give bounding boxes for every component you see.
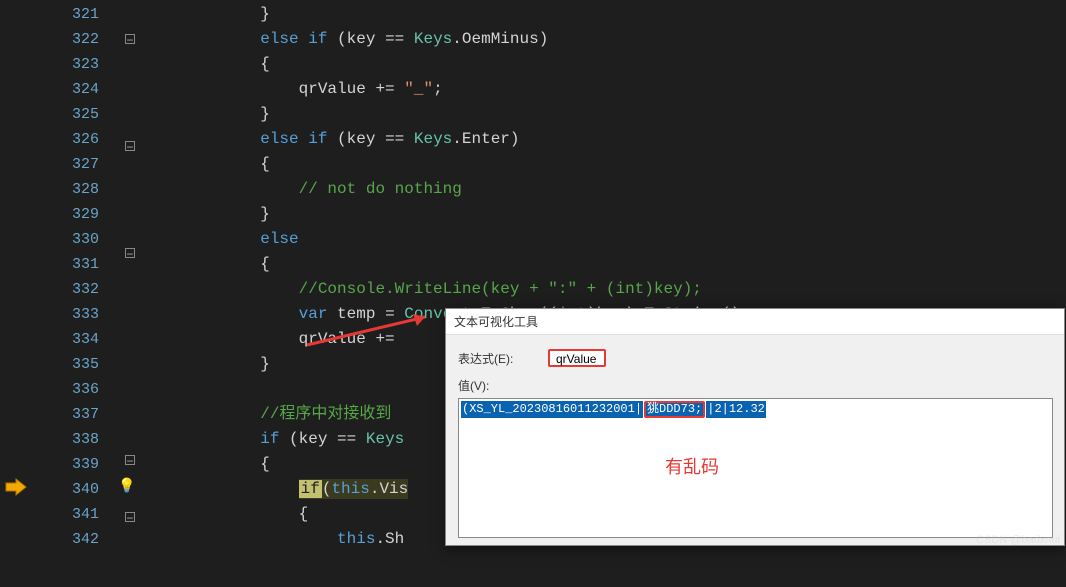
line-number: 326 [40,127,115,152]
line-number: 331 [40,252,115,277]
fold-toggle[interactable] [115,248,145,273]
fold-toggle [115,298,145,323]
line-number: 323 [40,52,115,77]
line-number: 333 [40,302,115,327]
watermark: CSDN @badxnui [976,534,1060,546]
value-textarea[interactable]: (XS_YL_20230816011232001| 狣DDD73; |2|12.… [458,398,1053,538]
line-number: 338 [40,427,115,452]
fold-gutter[interactable] [115,0,145,550]
line-number: 327 [40,152,115,177]
fold-toggle[interactable] [115,34,145,59]
fold-toggle [115,2,145,27]
line-number: 339 [40,452,115,477]
fold-toggle [115,273,145,298]
fold-toggle [115,323,145,348]
kw-else-if: else if [260,30,327,48]
value-label: 值(V): [458,377,548,394]
fold-toggle [115,348,145,373]
fold-toggle [115,191,145,216]
fold-toggle [115,216,145,241]
line-number-gutter[interactable]: 3213223233243253263273283293303313323333… [40,0,115,550]
fold-toggle [115,109,145,134]
line-number: 341 [40,502,115,527]
fold-toggle [115,423,145,448]
annotation-garbled: 有乱码 [665,453,719,479]
text-visualizer-dialog[interactable]: 文本可视化工具 表达式(E): qrValue 值(V): (XS_YL_202… [445,308,1065,546]
dialog-title: 文本可视化工具 [446,309,1064,335]
value-segment: (XS_YL_20230816011232001| [461,401,643,418]
fold-toggle [115,166,145,191]
value-segment: |2|12.32 [706,401,766,418]
line-number: 330 [40,227,115,252]
fold-toggle [115,84,145,109]
fold-toggle [115,398,145,423]
line-number: 334 [40,327,115,352]
line-number: 342 [40,527,115,552]
lightbulb-icon[interactable]: 💡 [118,478,134,494]
fold-toggle[interactable] [115,455,145,480]
code-text: } [145,5,270,23]
fold-toggle [115,59,145,84]
line-number: 328 [40,177,115,202]
line-number: 325 [40,102,115,127]
line-number: 336 [40,377,115,402]
line-number: 321 [40,2,115,27]
expression-value[interactable]: qrValue [548,349,606,367]
fold-toggle[interactable] [115,141,145,166]
indicator-margin [0,0,40,550]
line-number: 329 [40,202,115,227]
fold-toggle [115,562,145,587]
line-number: 335 [40,352,115,377]
expression-label: 表达式(E): [458,350,548,367]
current-stmt-if: if [299,480,322,498]
value-segment-garbled: 狣DDD73; [644,401,705,418]
line-number: 322 [40,27,115,52]
fold-toggle[interactable] [115,512,145,537]
line-number: 324 [40,77,115,102]
code-text: { [145,52,1066,77]
fold-toggle [115,373,145,398]
line-number: 340 [40,477,115,502]
line-number: 332 [40,277,115,302]
execution-pointer-icon [4,477,28,497]
line-number: 337 [40,402,115,427]
